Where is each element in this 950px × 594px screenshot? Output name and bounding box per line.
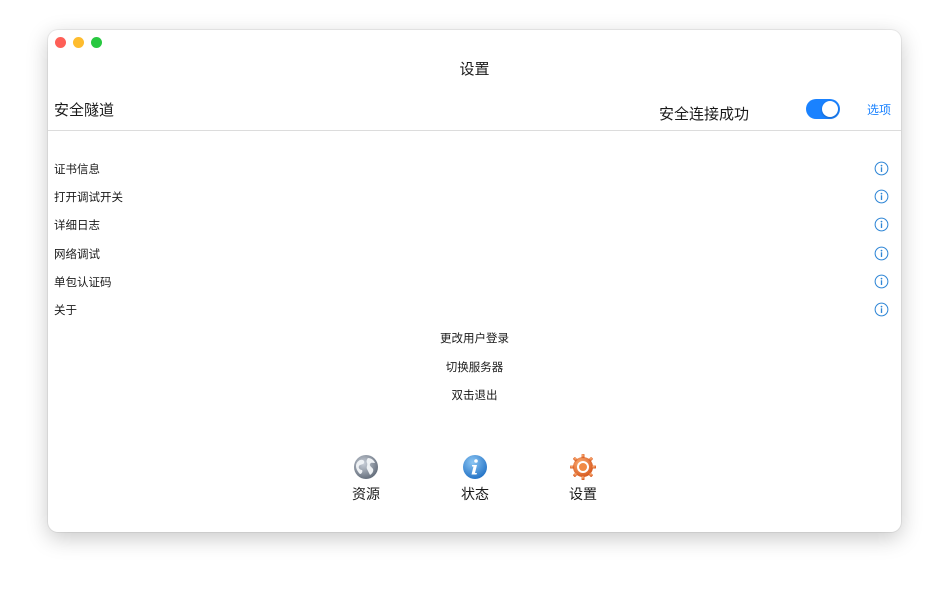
close-button[interactable]	[55, 37, 66, 48]
tab-status[interactable]: 状态	[440, 452, 510, 504]
menu-item-label: 关于	[54, 303, 77, 317]
info-icon[interactable]	[874, 161, 889, 176]
tab-resources[interactable]: 资源	[331, 452, 401, 504]
menu-item-about[interactable]: 关于	[48, 298, 901, 322]
info-icon[interactable]	[874, 189, 889, 204]
menu-item-debug-switch[interactable]: 打开调试开关	[48, 185, 901, 209]
menu-item-network-debug[interactable]: 网络调试	[48, 242, 901, 266]
switch-user-action: 更改用户登录	[48, 330, 901, 350]
switch-server-action: 切换服务器	[48, 359, 901, 379]
info-icon	[463, 455, 487, 479]
secure-tunnel-row: 安全隧道 安全连接成功 选项	[48, 96, 901, 131]
exit-action: 双击退出	[48, 387, 901, 407]
tab-label: 状态	[461, 487, 489, 503]
globe-icon	[354, 455, 378, 479]
switch-server-button[interactable]: 切换服务器	[446, 360, 504, 374]
info-icon[interactable]	[874, 217, 889, 232]
menu-item-detailed-log[interactable]: 详细日志	[48, 213, 901, 237]
menu-item-label: 单包认证码	[54, 275, 112, 289]
info-icon[interactable]	[874, 302, 889, 317]
menu-item-spa-code[interactable]: 单包认证码	[48, 270, 901, 294]
options-link[interactable]: 选项	[867, 101, 891, 118]
window-controls	[55, 37, 102, 48]
toggle-knob	[822, 101, 838, 117]
menu-item-label: 证书信息	[54, 162, 100, 176]
info-icon[interactable]	[874, 246, 889, 261]
menu-item-label: 打开调试开关	[54, 190, 123, 204]
minimize-button[interactable]	[73, 37, 84, 48]
switch-user-button[interactable]: 更改用户登录	[440, 331, 509, 345]
tunnel-toggle[interactable]	[806, 99, 840, 119]
gear-icon	[570, 454, 596, 480]
tab-label: 资源	[352, 487, 380, 503]
zoom-button[interactable]	[91, 37, 102, 48]
settings-window: 设置 安全隧道 安全连接成功 选项 证书信息 打开调试开关 详细日志 网络调试 …	[48, 30, 901, 532]
window-title: 设置	[459, 60, 490, 78]
bottom-tab-bar: 资源 状态 设置	[48, 452, 901, 512]
menu-item-label: 网络调试	[54, 247, 100, 261]
tab-settings[interactable]: 设置	[548, 452, 618, 504]
secure-tunnel-label: 安全隧道	[54, 101, 115, 119]
tab-label: 设置	[569, 487, 597, 503]
info-icon[interactable]	[874, 274, 889, 289]
double-click-exit-button[interactable]: 双击退出	[452, 388, 498, 402]
menu-item-certificate-info[interactable]: 证书信息	[48, 157, 901, 181]
menu-item-label: 详细日志	[54, 218, 100, 232]
connection-status-text: 安全连接成功	[659, 105, 750, 123]
